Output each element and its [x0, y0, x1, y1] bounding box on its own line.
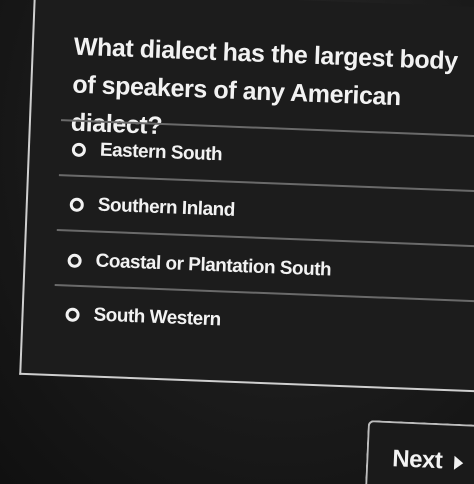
quiz-screen: What dialect has the largest body of spe…: [0, 0, 474, 484]
radio-button-icon[interactable]: [67, 253, 82, 269]
option-southern-inland[interactable]: Southern Inland: [69, 190, 235, 226]
divider: [56, 229, 474, 248]
radio-button-icon[interactable]: [71, 142, 87, 158]
option-eastern-south[interactable]: Eastern South: [71, 135, 223, 171]
question-panel: What dialect has the largest body of spe…: [19, 0, 474, 393]
option-south-western[interactable]: South Western: [65, 299, 221, 335]
option-label: Coastal or Plantation South: [95, 250, 332, 281]
next-button-label: Next: [391, 445, 443, 475]
divider: [54, 284, 474, 303]
option-coastal-or-plantation-south[interactable]: Coastal or Plantation South: [67, 246, 332, 286]
option-label: South Western: [93, 304, 222, 331]
radio-button-icon[interactable]: [69, 197, 85, 213]
option-label: Eastern South: [99, 139, 223, 166]
next-button[interactable]: Next: [364, 420, 474, 484]
play-arrow-icon: [453, 455, 464, 471]
divider: [58, 174, 474, 193]
radio-button-icon[interactable]: [65, 307, 80, 322]
option-label: Southern Inland: [97, 194, 236, 221]
